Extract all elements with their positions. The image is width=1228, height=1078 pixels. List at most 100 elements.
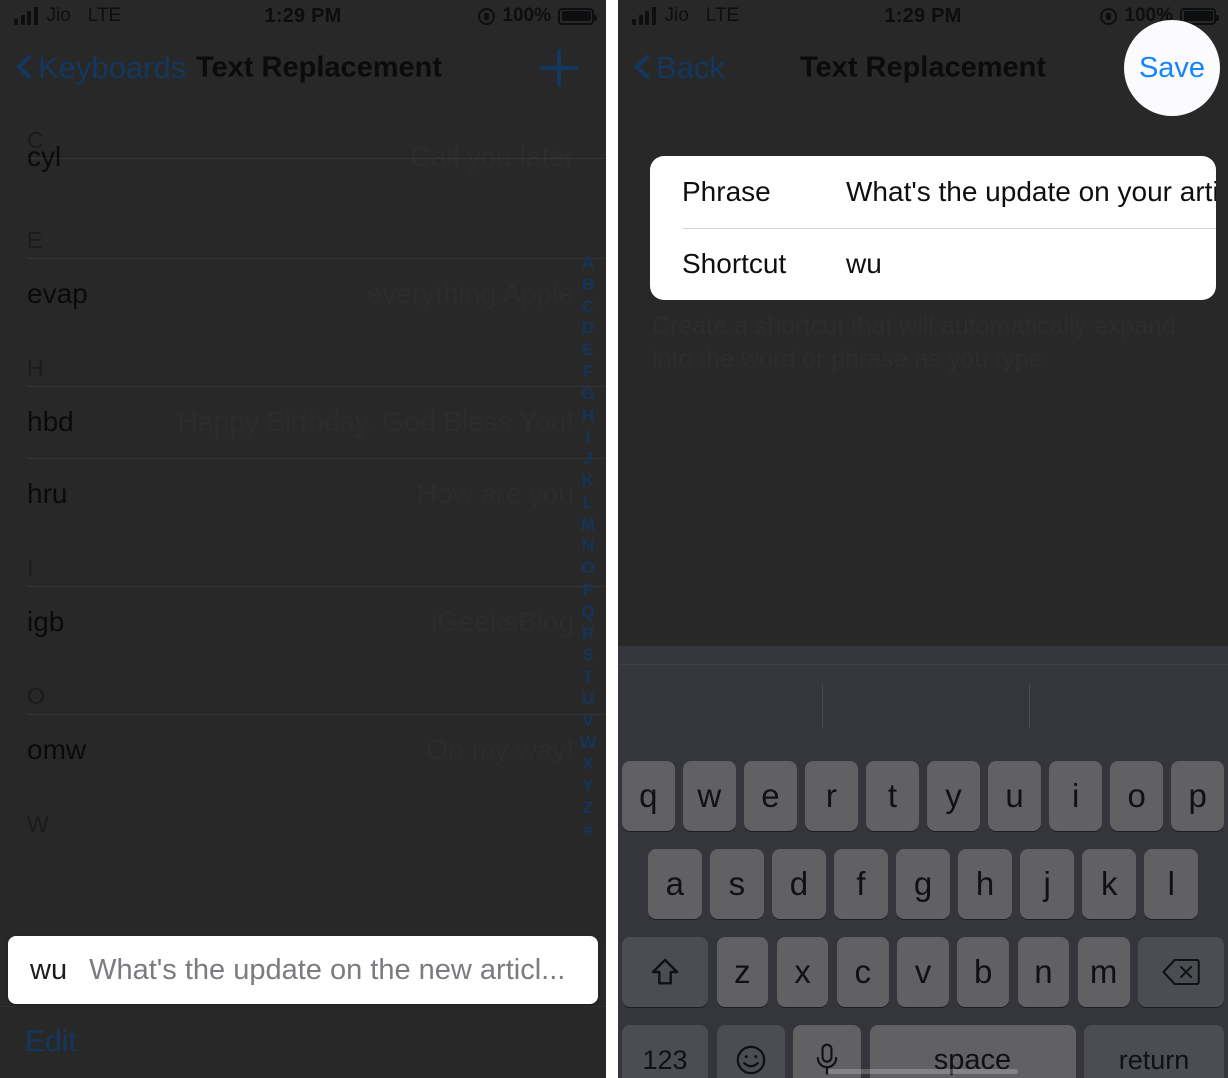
- key-o[interactable]: o: [1110, 761, 1163, 831]
- alphabet-index-item[interactable]: R: [582, 623, 594, 645]
- shortcut-input[interactable]: wu: [846, 248, 1216, 280]
- add-replacement-button[interactable]: [540, 49, 578, 87]
- alphabet-index-item[interactable]: A: [582, 252, 594, 274]
- key-g[interactable]: g: [896, 849, 950, 919]
- highlighted-row-phrase: What's the update on the new articl...: [89, 953, 566, 986]
- alphabet-index-item[interactable]: H: [582, 405, 594, 427]
- alphabet-index-item[interactable]: G: [581, 383, 594, 405]
- key-w[interactable]: w: [683, 761, 736, 831]
- keyboard-row-1: qwertyuiop: [618, 752, 1228, 840]
- emoji-key[interactable]: [716, 1025, 785, 1078]
- alphabet-index-item[interactable]: W: [580, 732, 596, 754]
- alphabet-index[interactable]: A B C D E F G H I J K L M N O P Q R S T U V W X Y Z #: [577, 252, 599, 841]
- list-row[interactable]: igb iGeeksBlog: [0, 586, 606, 658]
- alphabet-index-item[interactable]: L: [583, 492, 593, 514]
- key-q[interactable]: q: [622, 761, 675, 831]
- text-replacement-form-card: Phrase What's the update on your article S…: [650, 156, 1216, 300]
- text-replacement-list[interactable]: Ccyl Call you later Eevap everything Apple H…: [0, 102, 606, 1006]
- back-button-keyboards[interactable]: Keyboards: [16, 50, 186, 86]
- alphabet-index-item[interactable]: K: [582, 470, 594, 492]
- alphabet-index-item[interactable]: C: [582, 296, 594, 318]
- alphabet-index-item[interactable]: S: [582, 644, 593, 666]
- list-section-header: E: [27, 227, 43, 253]
- back-button-label: Keyboards: [38, 50, 187, 85]
- alphabet-index-item[interactable]: U: [582, 688, 594, 710]
- key-r[interactable]: r: [805, 761, 858, 831]
- highlighted-row-shortcut: wu: [30, 953, 68, 986]
- keyboard-rows: qwertyuiop asdfghjkl zxcvbnm 123 space r…: [618, 752, 1228, 1078]
- alphabet-index-item[interactable]: T: [583, 666, 593, 688]
- key-i[interactable]: i: [1049, 761, 1102, 831]
- key-a[interactable]: a: [647, 849, 702, 919]
- key-x[interactable]: x: [776, 937, 829, 1007]
- row-shortcut: cyl: [27, 141, 62, 172]
- key-c[interactable]: c: [836, 937, 889, 1007]
- alphabet-index-item[interactable]: Q: [581, 601, 594, 623]
- row-phrase: iGeeksBlog: [430, 606, 574, 637]
- list-row[interactable]: cyl Call you later: [0, 141, 606, 202]
- row-shortcut: igb: [27, 606, 65, 637]
- alphabet-index-item[interactable]: V: [582, 710, 593, 732]
- key-d[interactable]: d: [772, 849, 826, 919]
- alphabet-index-item[interactable]: Y: [582, 775, 593, 797]
- numbers-key[interactable]: 123: [622, 1025, 708, 1078]
- key-l[interactable]: l: [1144, 849, 1199, 919]
- rotation-lock-icon: [478, 7, 496, 25]
- shift-key[interactable]: [622, 937, 708, 1007]
- row-phrase: Happy Birthday. God Bless You!: [177, 406, 574, 437]
- key-s[interactable]: s: [710, 849, 764, 919]
- key-n[interactable]: n: [1017, 937, 1070, 1007]
- phrase-input[interactable]: What's the update on your article: [846, 176, 1216, 208]
- phrase-field-row[interactable]: Phrase What's the update on your article: [650, 156, 1216, 228]
- shortcut-field-row[interactable]: Shortcut wu: [650, 228, 1216, 300]
- list-row[interactable]: evap everything Apple: [0, 258, 606, 330]
- screenshot-stage: Jio LTE 1:29 PM 100% Keyboards Text Repl…: [0, 0, 1228, 1078]
- key-z[interactable]: z: [716, 937, 769, 1007]
- key-k[interactable]: k: [1082, 849, 1136, 919]
- alphabet-index-item[interactable]: N: [582, 535, 594, 557]
- alphabet-index-item[interactable]: J: [583, 448, 592, 470]
- key-f[interactable]: f: [834, 849, 888, 919]
- alphabet-index-item[interactable]: Z: [583, 797, 593, 819]
- return-key[interactable]: return: [1084, 1025, 1224, 1078]
- alphabet-index-item[interactable]: I: [586, 426, 591, 448]
- row-shortcut: evap: [27, 278, 88, 309]
- alphabet-index-item[interactable]: O: [581, 557, 594, 579]
- alphabet-index-item[interactable]: X: [582, 753, 593, 775]
- highlighted-list-row-wu[interactable]: wu What's the update on the new articl..…: [8, 936, 598, 1004]
- list-footer: Edit: [0, 1006, 606, 1078]
- alphabet-index-item[interactable]: M: [581, 514, 595, 536]
- key-e[interactable]: e: [744, 761, 797, 831]
- row-phrase: everything Apple: [366, 278, 574, 309]
- save-button-highlight[interactable]: Save: [1124, 20, 1220, 116]
- alphabet-index-item[interactable]: E: [582, 339, 593, 361]
- save-button-label: Save: [1138, 51, 1206, 84]
- key-u[interactable]: u: [988, 761, 1041, 831]
- predictive-text-bar[interactable]: [618, 665, 1228, 747]
- edit-button[interactable]: Edit: [25, 1025, 77, 1059]
- key-v[interactable]: v: [897, 937, 949, 1007]
- list-section-header: I: [27, 555, 34, 581]
- key-h[interactable]: h: [958, 849, 1012, 919]
- alphabet-index-item[interactable]: F: [583, 361, 593, 383]
- on-screen-keyboard[interactable]: qwertyuiop asdfghjkl zxcvbnm 123 space r…: [618, 646, 1228, 1078]
- list-row[interactable]: hru How are you: [0, 458, 606, 530]
- alphabet-index-item[interactable]: B: [582, 274, 594, 296]
- chevron-left-icon: [16, 55, 32, 81]
- key-m[interactable]: m: [1077, 937, 1130, 1007]
- row-shortcut: hbd: [27, 406, 74, 437]
- key-b[interactable]: b: [957, 937, 1010, 1007]
- alphabet-index-item[interactable]: D: [582, 317, 594, 339]
- key-y[interactable]: y: [927, 761, 980, 831]
- alphabet-index-item[interactable]: #: [583, 819, 592, 841]
- keyboard-row-3: zxcvbnm: [618, 928, 1228, 1016]
- key-p[interactable]: p: [1171, 761, 1224, 831]
- row-shortcut: hru: [27, 478, 68, 509]
- alphabet-index-item[interactable]: P: [582, 579, 593, 601]
- list-row[interactable]: hbd Happy Birthday. God Bless You!: [0, 386, 606, 458]
- key-t[interactable]: t: [866, 761, 919, 831]
- delete-key[interactable]: [1138, 937, 1224, 1007]
- list-row[interactable]: omw On my way!: [0, 714, 606, 786]
- key-j[interactable]: j: [1020, 849, 1074, 919]
- predictive-divider-1: [822, 684, 823, 728]
